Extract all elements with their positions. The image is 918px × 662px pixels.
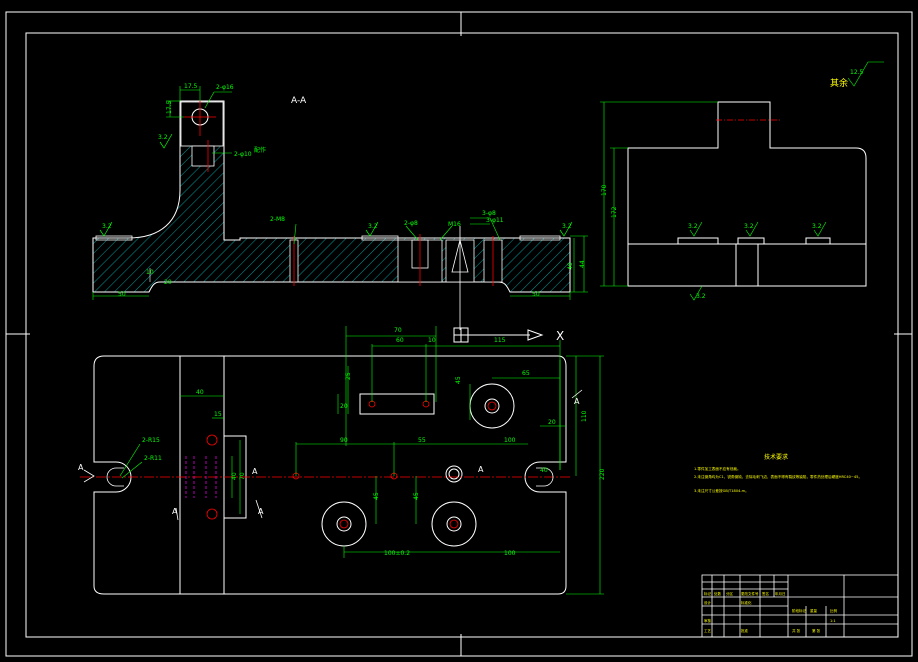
dim-100-tol: 100±0.2 xyxy=(384,550,410,557)
title-block-cell-16: 1:1 xyxy=(830,619,836,623)
dim-70-side: 70 xyxy=(239,472,246,480)
section-marker-center: A xyxy=(478,465,484,474)
label-rest-roughness: 其余 xyxy=(830,77,848,89)
cad-drawing-canvas: A-A 17.5 17.5 50 50 40 44 10 20 2-φ16 2-… xyxy=(5,11,913,657)
title-block-cell-13: 批准 xyxy=(741,628,749,633)
dim-44-height: 44 xyxy=(579,260,586,268)
dim-172: 172 xyxy=(611,206,618,218)
title-block-cell-11: 审核 xyxy=(704,618,712,623)
dim-20-fillet: 20 xyxy=(164,279,172,286)
roughness-side-1: 3.2 xyxy=(688,223,698,230)
dim-20-slot: 20 xyxy=(548,419,556,426)
label-3-phi8: 3-φ8 xyxy=(482,210,496,217)
label-2-phi10: 2-φ10 xyxy=(234,151,252,158)
dim-100-a: 100 xyxy=(504,437,516,444)
label-2-phi8: 2-φ8 xyxy=(404,220,418,227)
side-view xyxy=(627,101,867,287)
label-2-r11: 2-R11 xyxy=(144,455,162,462)
dim-40-b: 40 xyxy=(540,467,548,474)
dim-40-side: 40 xyxy=(231,472,238,480)
section-title-aa: A-A xyxy=(291,96,307,106)
dim-20-b: 20 xyxy=(340,403,348,410)
roughness-front-3: 3.2 xyxy=(368,223,378,230)
title-block-cell-3: 更改文件号 xyxy=(741,591,759,596)
outer-border xyxy=(5,11,913,657)
dim-40-a: 40 xyxy=(196,389,204,396)
roughness-side-bottom: 3.2 xyxy=(696,293,706,300)
technical-notes: 技术要求 1.零件加工表面不应有划痕。 2.未注倒角均为C1，锐角倒钝，去除毛刺… xyxy=(694,453,862,493)
roughness-side-2: 3.2 xyxy=(744,223,754,230)
label-2-phi10-note: 配作 xyxy=(254,146,266,154)
section-marker-right: A xyxy=(574,397,580,406)
dim-45-b: 45 xyxy=(373,492,380,500)
dim-17-5-top: 17.5 xyxy=(184,83,198,90)
dim-50-right: 50 xyxy=(532,291,540,298)
dim-15: 15 xyxy=(214,411,222,418)
roughness-front-4: 3.2 xyxy=(562,223,572,230)
dim-10-step: 10 xyxy=(146,269,154,276)
centering-marks xyxy=(6,12,912,656)
dim-45-c: 45 xyxy=(413,492,420,500)
plan-view xyxy=(93,355,567,595)
dim-115-top: 115 xyxy=(494,337,506,344)
title-block-cell-6: 设计 xyxy=(704,600,712,605)
dim-10-top: 10 xyxy=(428,337,436,344)
dim-55: 55 xyxy=(418,437,426,444)
side-dimension-lines xyxy=(600,61,884,301)
title-block-cell-8: 阶段标记 xyxy=(792,608,806,613)
dim-90: 90 xyxy=(340,437,348,444)
label-m16: M16 xyxy=(448,221,461,228)
title-block-cell-7: 标准化 xyxy=(741,600,752,605)
roughness-side-3: 3.2 xyxy=(812,223,822,230)
dim-65: 65 xyxy=(522,370,530,377)
dim-40-height: 40 xyxy=(567,262,574,270)
notes-line-1: 1.零件加工表面不应有划痕。 xyxy=(694,466,741,471)
title-block-cell-14: 共 张 xyxy=(792,628,801,633)
title-block-cell-15: 第 张 xyxy=(812,628,821,633)
dim-170: 170 xyxy=(601,184,608,196)
dim-45-a: 45 xyxy=(455,376,462,384)
section-marker-left: A xyxy=(78,463,84,472)
title-block-cell-5: 年月日 xyxy=(775,591,786,596)
notes-heading: 技术要求 xyxy=(764,453,788,461)
title-block-cell-10: 比例 xyxy=(830,608,838,613)
title-block-cell-9: 重量 xyxy=(810,608,818,613)
label-2-r15: 2-R15 xyxy=(142,437,160,444)
plan-red-holes xyxy=(80,400,570,529)
section-marker-bottom-right: A xyxy=(258,507,264,516)
title-block-cell-4: 签名 xyxy=(762,591,769,596)
notes-line-2: 2.未注倒角均为C1，锐角倒钝，去除毛刺飞边，表面不得有裂纹等缺陷，零件热处理后… xyxy=(694,474,862,479)
dim-25: 25 xyxy=(345,372,352,380)
section-marker-bottom-left: A xyxy=(172,507,178,516)
title-block-cell-2: 分区 xyxy=(726,591,734,596)
label-2-m8: 2-M8 xyxy=(270,216,285,223)
title-block xyxy=(701,574,899,638)
notes-line-3: 3.未注尺寸公差按GB/T1804-m。 xyxy=(694,488,749,493)
dim-220: 220 xyxy=(599,468,606,480)
title-block-cell-1: 处数 xyxy=(714,591,722,596)
roughness-front-2: 3.2 xyxy=(158,134,168,141)
plan-dimension-lines xyxy=(119,326,604,595)
dim-70-top: 70 xyxy=(394,327,402,334)
dim-60-top: 60 xyxy=(396,337,404,344)
value-rest-roughness: 12.5 xyxy=(850,69,864,76)
section-marker-mid: A xyxy=(252,467,258,476)
dim-110: 110 xyxy=(581,410,588,422)
title-block-cell-0: 标记 xyxy=(704,591,712,596)
dim-100-b: 100 xyxy=(504,550,516,557)
roughness-front-1: 3.2 xyxy=(102,223,112,230)
dim-17-5-side: 17.5 xyxy=(166,100,173,114)
axis-x-label: X xyxy=(556,329,564,343)
label-3-phi11: 3-φ11 xyxy=(486,217,504,224)
title-block-cell-12: 工艺 xyxy=(704,628,712,633)
dim-50-left: 50 xyxy=(118,291,126,298)
label-2-phi16: 2-φ16 xyxy=(216,84,234,91)
